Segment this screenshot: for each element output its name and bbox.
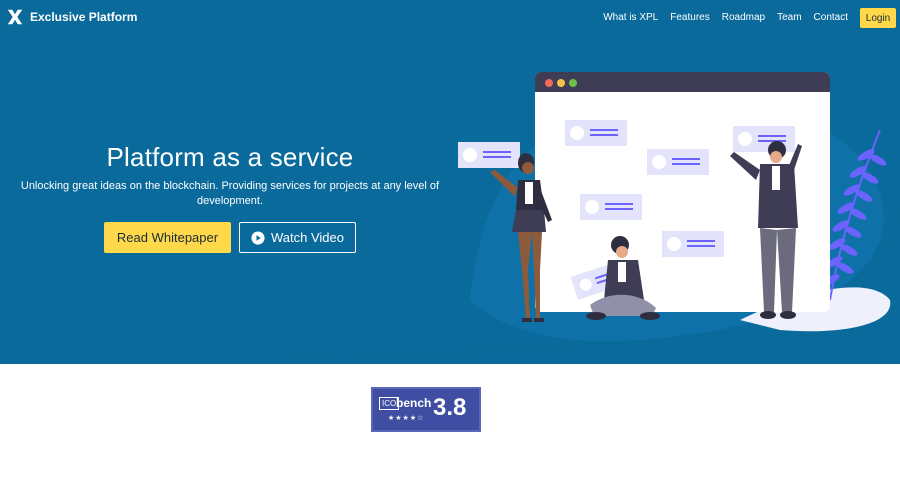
nav-link-roadmap[interactable]: Roadmap <box>722 12 765 23</box>
nav-links: What is XPL Features Roadmap Team Contac… <box>603 12 848 23</box>
top-navigation: Exclusive Platform What is XPL Features … <box>0 0 900 38</box>
hero-section: Exclusive Platform What is XPL Features … <box>0 0 900 364</box>
badge-bench-label: bench <box>396 396 432 410</box>
nav-link-features[interactable]: Features <box>670 12 709 23</box>
nav-link-team[interactable]: Team <box>777 12 801 23</box>
read-whitepaper-button[interactable]: Read Whitepaper <box>104 222 231 253</box>
hero-content: Platform as a service Unlocking great id… <box>0 142 460 253</box>
play-circle-icon <box>251 230 265 245</box>
icobench-rating-badge[interactable]: ICO bench ★★★★☆ 3.8 <box>371 387 481 432</box>
brand-name: Exclusive Platform <box>30 10 138 24</box>
x-logo-icon <box>7 9 23 25</box>
badge-score: 3.8 <box>433 394 467 421</box>
hero-title: Platform as a service <box>106 142 354 172</box>
profile-card <box>580 194 642 220</box>
profile-card <box>662 231 724 257</box>
brand[interactable]: Exclusive Platform <box>6 8 137 26</box>
login-button[interactable]: Login <box>860 8 896 28</box>
nav-link-what-is-xpl[interactable]: What is XPL <box>603 12 658 23</box>
profile-card <box>647 149 709 175</box>
watch-video-label: Watch Video <box>271 230 344 245</box>
profile-card <box>458 142 520 168</box>
profile-card <box>565 120 627 146</box>
watch-video-button[interactable]: Watch Video <box>239 222 356 253</box>
badge-stars: ★★★★☆ <box>388 415 425 422</box>
hero-subtitle: Unlocking great ideas on the blockchain.… <box>20 180 440 207</box>
cta-row: Read Whitepaper Watch Video <box>0 222 460 253</box>
hero-illustration <box>458 72 891 332</box>
leaf-plant-icon <box>822 129 887 301</box>
nav-link-contact[interactable]: Contact <box>814 12 848 23</box>
landing-page: Exclusive Platform What is XPL Features … <box>0 0 900 500</box>
